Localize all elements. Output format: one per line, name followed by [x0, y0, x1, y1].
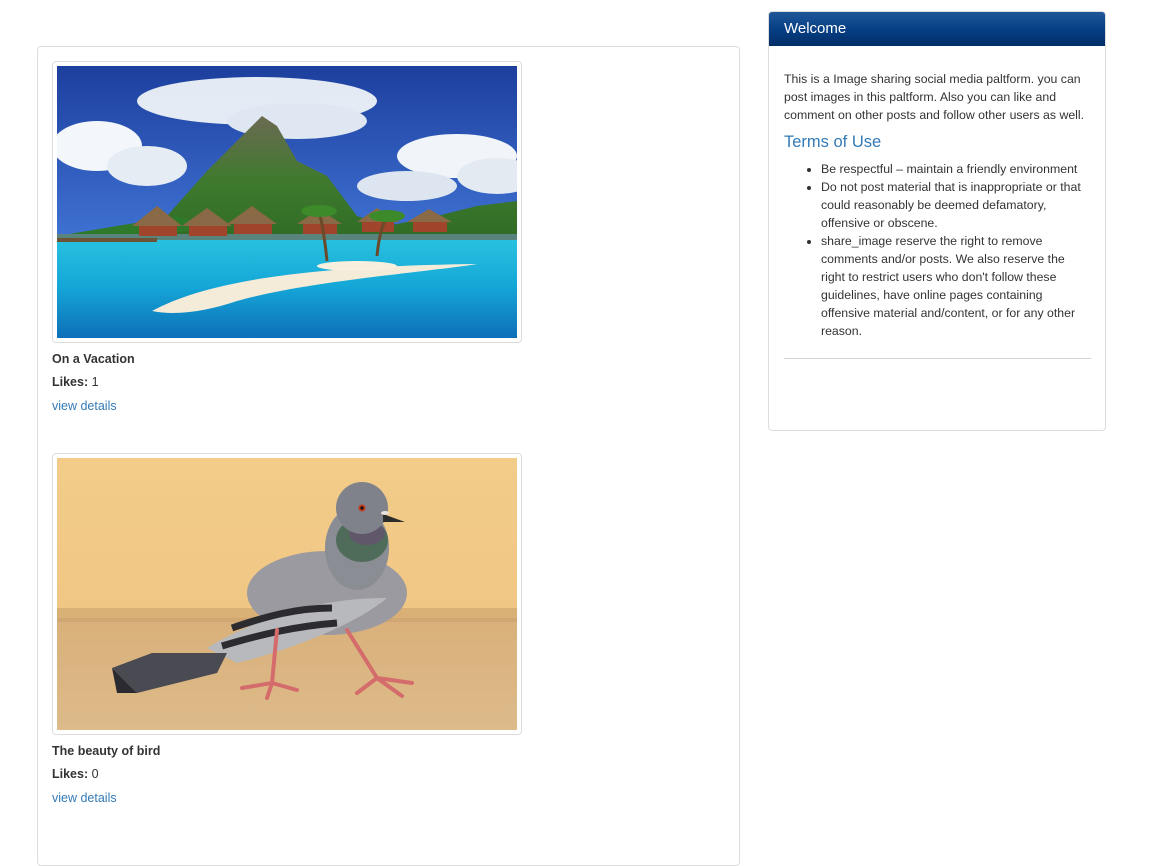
likes-label: Likes:	[52, 767, 89, 781]
likes-line: Likes: 0	[52, 767, 522, 781]
terms-item: share_image reserve the right to remove …	[821, 232, 1091, 340]
welcome-heading: Welcome	[769, 12, 1105, 46]
terms-title: Terms of Use	[784, 133, 882, 151]
divider	[784, 358, 1091, 359]
pigeon-photo	[57, 458, 517, 730]
post-thumbnail[interactable]	[52, 61, 522, 343]
tropical-island-photo	[57, 66, 517, 338]
terms-list: Be respectful – maintain a friendly envi…	[784, 160, 1091, 340]
likes-count: 0	[91, 767, 99, 781]
view-details-link[interactable]: view details	[52, 791, 117, 805]
post-card: The beauty of bird Likes: 0 view details	[52, 453, 522, 805]
welcome-panel: Welcome This is a Image sharing social m…	[768, 11, 1106, 431]
intro-text: This is a Image sharing social media pal…	[784, 72, 1085, 122]
welcome-body: This is a Image sharing social media pal…	[769, 46, 1105, 359]
likes-line: Likes: 1	[52, 375, 522, 389]
view-details-link[interactable]: view details	[52, 399, 117, 413]
post-title: The beauty of bird	[52, 744, 161, 758]
likes-label: Likes:	[52, 375, 89, 389]
post-title: On a Vacation	[52, 352, 135, 366]
posts-panel: On a Vacation Likes: 1 view details The …	[37, 46, 740, 866]
post-card: On a Vacation Likes: 1 view details	[52, 61, 522, 413]
terms-item: Be respectful – maintain a friendly envi…	[821, 160, 1091, 178]
terms-item: Do not post material that is inappropria…	[821, 178, 1091, 232]
likes-count: 1	[91, 375, 99, 389]
post-thumbnail[interactable]	[52, 453, 522, 735]
